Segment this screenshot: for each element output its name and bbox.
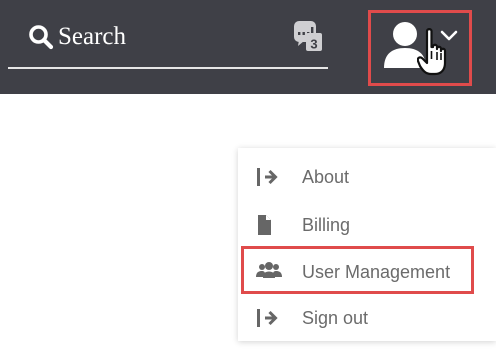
- document-icon: [258, 215, 271, 235]
- menu-item-billing[interactable]: Billing: [238, 200, 496, 244]
- menu-item-label: Billing: [302, 215, 351, 235]
- chevron-down-icon: [440, 30, 458, 41]
- menu-item-label: About: [302, 167, 350, 187]
- sign-in-arrow-icon: [257, 168, 278, 186]
- menu-item-label: Sign out: [302, 308, 369, 328]
- search-field[interactable]: Search: [8, 14, 328, 69]
- menu-item-sign-out[interactable]: Sign out: [238, 293, 496, 337]
- menu-item-about[interactable]: About: [238, 152, 496, 196]
- sign-out-arrow-icon: [257, 309, 278, 327]
- notification-count: 3: [310, 37, 317, 52]
- highlight-box: [241, 246, 474, 294]
- notifications-icon[interactable]: 3: [292, 20, 326, 54]
- top-bar: Search 3: [0, 0, 496, 94]
- search-icon: [29, 25, 54, 50]
- user-dropdown-menu: About Billing User Management Sign out: [238, 148, 496, 341]
- search-label: Search: [58, 23, 127, 50]
- user-menu-button[interactable]: [368, 10, 472, 86]
